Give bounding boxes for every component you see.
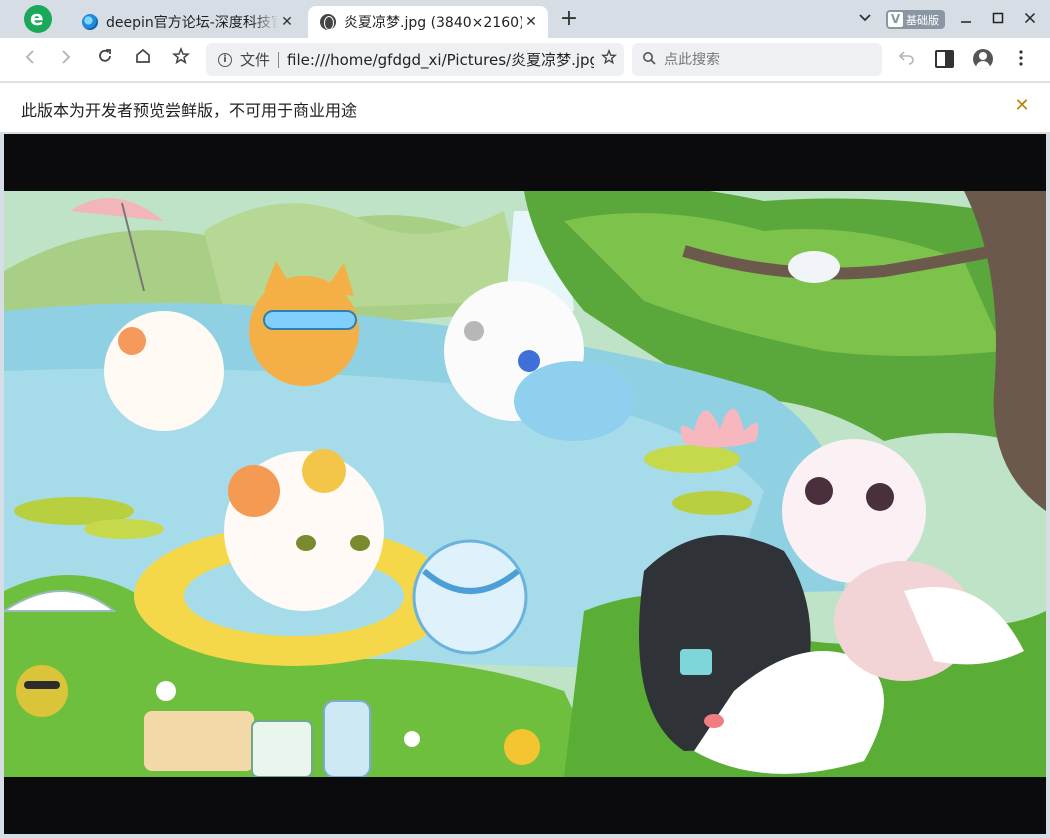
home-button[interactable] [130, 47, 156, 73]
infobar-close-icon[interactable]: ✕ [1012, 96, 1032, 116]
forward-arrow-icon [62, 50, 71, 64]
tab-image[interactable]: 炎夏凉梦.jpg (3840×2160) ✕ [308, 6, 548, 38]
image-viewport [4, 134, 1046, 834]
search-icon [642, 51, 656, 69]
tab-title: 炎夏凉梦.jpg (3840×2160) [344, 15, 522, 31]
chevron-down-icon[interactable] [856, 10, 874, 28]
deepin-icon [82, 14, 98, 30]
tab-title: deepin官方论坛-深度科技官方 [106, 15, 278, 31]
version-badge-mark: V [888, 12, 903, 27]
tab-strip: e deepin官方论坛-深度科技官方 ✕ 炎夏凉梦.jpg (3840×216… [0, 0, 1050, 38]
close-window-button[interactable] [1019, 9, 1041, 29]
home-icon [136, 48, 150, 63]
browser-e-logo-icon[interactable]: e [24, 5, 52, 33]
profile-icon[interactable] [973, 49, 993, 69]
bookmark-star-icon[interactable] [594, 48, 624, 70]
scheme-label: 文件 [240, 51, 271, 69]
globe-icon [320, 14, 336, 30]
star-icon [172, 46, 190, 65]
minimize-button[interactable] [955, 9, 977, 29]
bookmarks-button[interactable] [168, 46, 194, 73]
omnibox-divider [278, 51, 280, 68]
info-icon[interactable]: i [218, 52, 232, 67]
forward-button[interactable] [53, 47, 79, 73]
menu-icon[interactable] [1011, 50, 1031, 70]
summer-illustration [4, 191, 1046, 777]
tab-close-icon[interactable]: ✕ [522, 14, 540, 30]
reload-icon [99, 49, 111, 62]
url-text[interactable]: file:///home/gfdgd_xi/Pictures/炎夏凉梦.jpg [287, 49, 594, 70]
new-tab-button[interactable]: + [558, 8, 580, 30]
search-box[interactable] [632, 43, 882, 76]
tab-deepin-forum[interactable]: deepin官方论坛-深度科技官方 ✕ [70, 6, 304, 38]
back-button[interactable] [17, 47, 43, 73]
undo-button[interactable] [894, 47, 920, 73]
dev-preview-infobar: 此版本为开发者预览尝鲜版，不可用于商业用途 ✕ [0, 83, 1050, 133]
reload-button[interactable] [92, 47, 118, 73]
undo-icon [898, 51, 914, 65]
toolbar: i 文件 file:///home/gfdgd_xi/Pictures/炎夏凉梦… [0, 38, 1050, 82]
browser-window: e deepin官方论坛-深度科技官方 ✕ 炎夏凉梦.jpg (3840×216… [0, 0, 1050, 838]
version-badge-label: 基础版 [906, 13, 939, 27]
version-badge: V 基础版 [886, 10, 945, 29]
tab-close-icon[interactable]: ✕ [278, 14, 296, 30]
address-bar[interactable]: i 文件 file:///home/gfdgd_xi/Pictures/炎夏凉梦… [206, 43, 624, 76]
search-input[interactable] [664, 51, 864, 68]
displayed-image[interactable] [4, 191, 1046, 777]
infobar-message: 此版本为开发者预览尝鲜版，不可用于商业用途 [21, 101, 358, 120]
back-arrow-icon [25, 50, 34, 64]
maximize-button[interactable] [987, 9, 1009, 29]
side-panel-icon[interactable] [935, 50, 954, 68]
